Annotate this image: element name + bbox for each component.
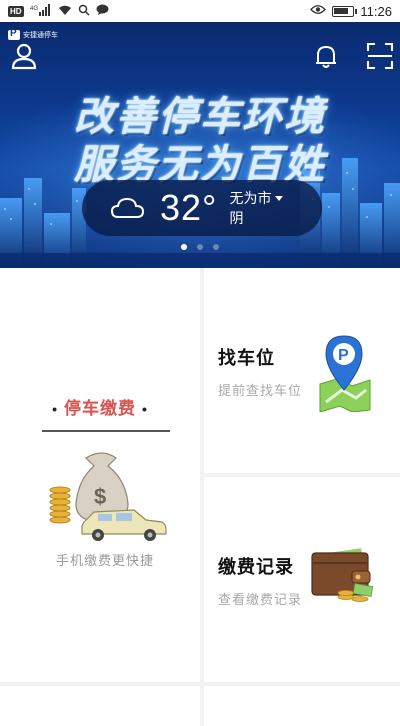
bell-icon[interactable] <box>312 42 340 70</box>
bullet-dot-icon: • <box>52 401 58 417</box>
wallet-icon <box>311 548 374 602</box>
brand-logo: 安捷通停车 <box>8 28 58 40</box>
payment-records-subtitle: 查看缴费记录 <box>218 592 303 607</box>
svg-text:4G: 4G <box>30 6 38 12</box>
signal-icon: 4G <box>30 3 52 19</box>
eye-icon <box>310 4 327 18</box>
money-bag-car-icon: $ <box>49 452 167 541</box>
bullet-dot-icon: • <box>142 401 148 417</box>
chat-bubble-icon <box>96 4 109 19</box>
parking-payment-card[interactable]: • 停车缴费 • $ 手机缴费更快捷 <box>0 268 200 682</box>
carousel-dot[interactable] <box>213 244 219 250</box>
svg-text:P: P <box>338 347 349 364</box>
city-name: 无为市 <box>229 190 272 206</box>
find-space-title: 找车位 <box>218 348 275 368</box>
scan-icon[interactable] <box>366 42 394 70</box>
svg-text:$: $ <box>94 484 106 509</box>
battery-level <box>334 7 349 14</box>
payment-records-title: 缴费记录 <box>218 557 294 577</box>
carousel-dot[interactable] <box>181 244 187 250</box>
parking-map-pin-icon: P <box>319 335 371 412</box>
grid-cell-empty-right <box>204 686 400 726</box>
brand-mark-icon <box>8 28 20 40</box>
caret-down-icon <box>275 195 284 201</box>
payment-records-card[interactable]: 缴费记录 查看缴费记录 <box>204 477 400 682</box>
weather-location[interactable]: 无为市 阴 <box>229 188 284 228</box>
parking-payment-subtitle: 手机缴费更快捷 <box>55 553 154 568</box>
carousel-indicator <box>0 244 400 250</box>
status-bar-left: HD 4G <box>8 3 109 19</box>
status-bar-right: 11:26 <box>310 4 392 19</box>
user-icon[interactable] <box>10 42 38 70</box>
weather-condition: 阴 <box>229 210 244 226</box>
find-space-subtitle: 提前查找车位 <box>218 383 303 398</box>
hd-badge: HD <box>8 5 24 17</box>
temperature: 32° <box>160 187 218 228</box>
status-bar: HD 4G 11:26 <box>0 0 400 22</box>
status-time: 11:26 <box>360 3 392 19</box>
title-underline <box>42 430 170 432</box>
weather-widget[interactable]: 32° 无为市 阴 <box>82 180 322 236</box>
carousel-dot[interactable] <box>197 244 203 250</box>
parking-payment-title: 停车缴费 <box>64 399 136 418</box>
grid-cell-empty-left <box>0 686 200 726</box>
banner[interactable]: 安捷通停车 改善停车环境 服务无为百姓 32° 无为市 阴 <box>0 22 400 268</box>
city-selector[interactable]: 无为市 <box>229 188 284 208</box>
battery-icon <box>332 5 358 17</box>
parking-payment-title-row: • 停车缴费 • <box>0 394 200 419</box>
find-parking-space-card[interactable]: 找车位 提前查找车位 P <box>204 268 400 473</box>
cloud-icon <box>110 197 145 218</box>
search-status-icon <box>78 4 90 19</box>
brand-name: 安捷通停车 <box>23 31 58 39</box>
feature-grid: •停车缴费• $ 手机缴费更快捷 找车位 提前查找车位 P 缴费记录 查看缴 <box>0 268 400 726</box>
wifi-icon <box>58 4 72 19</box>
